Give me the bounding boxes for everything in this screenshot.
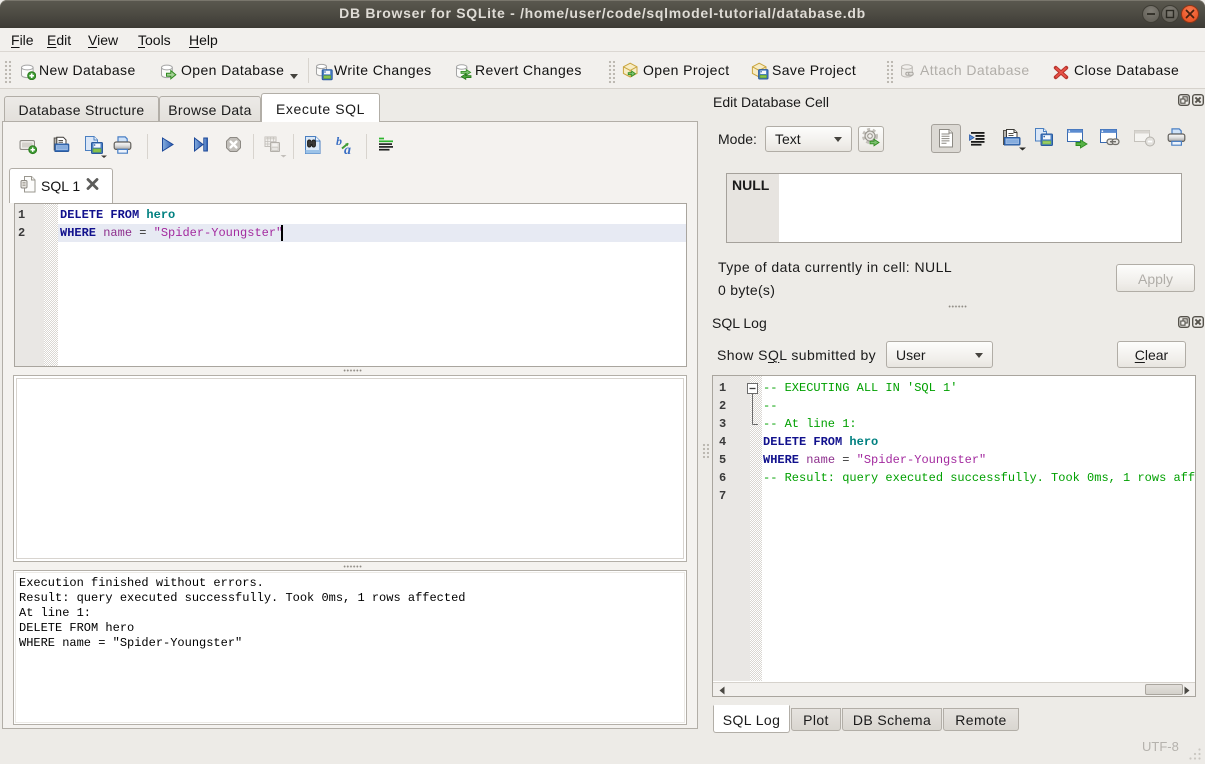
svg-text:b: b bbox=[336, 135, 342, 148]
